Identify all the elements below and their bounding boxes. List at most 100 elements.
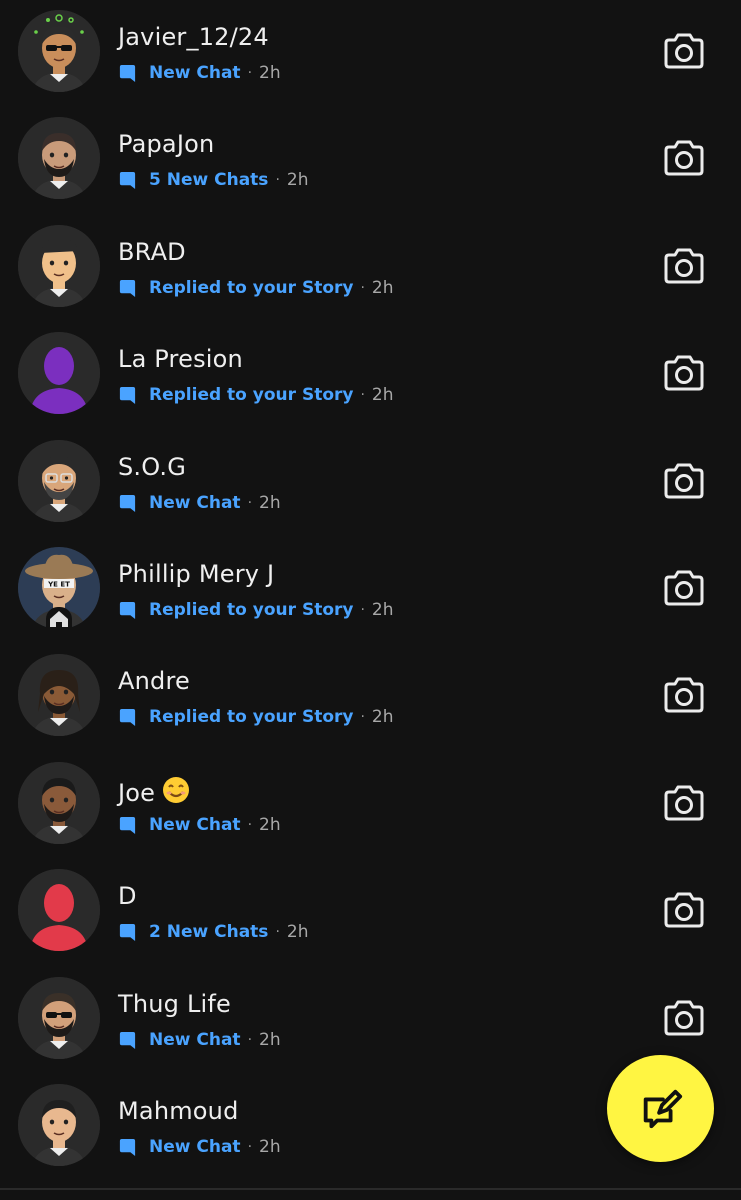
chat-time: 2h [259,63,281,83]
chat-row[interactable]: La Presion Replied to your Story · 2h [0,322,741,429]
camera-icon[interactable] [662,569,706,607]
chat-bubble-icon [118,1138,137,1157]
chat-meta: New Chat · 2h [118,1136,281,1158]
chat-meta: Replied to your Story · 2h [118,706,394,728]
separator-dot: · [360,280,365,296]
camera-icon[interactable] [662,354,706,392]
chat-name-text: BRAD [118,238,186,266]
chat-row[interactable]: YE ET Phillip Mery J Replied to your Story… [0,537,741,644]
avatar[interactable] [18,977,100,1059]
chat-status: Replied to your Story [149,385,354,405]
chat-time: 2h [371,600,394,620]
chat-status: New Chat [149,63,241,83]
chat-bubble-icon [118,1031,137,1050]
chat-meta: New Chat · 2h [118,814,281,836]
avatar[interactable] [18,10,100,92]
separator-dot: · [247,65,253,81]
chat-time: 2h [259,1137,281,1157]
avatar[interactable] [18,1084,100,1166]
chat-name: PapaJon [118,130,214,158]
chat-meta: Replied to your Story · 2h [118,384,394,406]
camera-icon[interactable] [662,139,706,177]
separator-dot: · [360,709,365,725]
chat-meta: 5 New Chats · 2h [118,169,308,191]
chat-meta: Replied to your Story · 2h [118,599,394,621]
avatar[interactable] [18,440,100,522]
chat-row[interactable]: Javier_12/24 New Chat · 2h [0,0,741,107]
chat-time: 2h [259,815,281,835]
chat-bubble-icon [118,923,137,942]
chat-bubble-icon [118,171,137,190]
chat-name-text: Andre [118,667,190,695]
chat-name: Javier_12/24 [118,23,269,51]
home-icon [46,607,72,629]
chat-row[interactable]: D 2 New Chats · 2h [0,859,741,966]
avatar[interactable] [18,654,100,736]
chat-time: 2h [371,278,394,298]
chat-status: New Chat [149,493,241,513]
separator-dot: · [247,817,253,833]
chat-bubble-icon [118,279,137,298]
chat-bubble-icon [118,816,137,835]
avatar[interactable] [18,332,100,414]
camera-icon[interactable] [662,784,706,822]
chat-name: Phillip Mery J [118,560,274,588]
chat-status: Replied to your Story [149,278,354,298]
camera-icon[interactable] [662,999,706,1037]
chat-name: Joe [118,775,191,807]
chat-meta: New Chat · 2h [118,62,281,84]
separator-dot: · [247,1139,253,1155]
chat-bubble-icon [118,64,137,83]
new-chat-icon [643,1089,682,1128]
bottom-divider [0,1188,741,1190]
chat-bubble-icon [118,494,137,513]
smiling-face-emoji-icon [161,775,191,805]
chat-row[interactable]: PapaJon 5 New Chats · 2h [0,107,741,214]
chat-name: S.O.G [118,453,186,481]
avatar[interactable] [18,225,100,307]
chat-row[interactable]: Joe New Chat · 2h [0,752,741,859]
camera-icon[interactable] [662,676,706,714]
chat-status: New Chat [149,1137,241,1157]
svg-text:YE ET: YE ET [47,581,70,589]
new-chat-button[interactable] [607,1055,714,1162]
chat-time: 2h [286,922,309,942]
chat-row[interactable]: Andre Replied to your Story · 2h [0,644,741,751]
chat-row[interactable]: BRAD Replied to your Story · 2h [0,215,741,322]
chat-time: 2h [371,707,394,727]
chat-name-text: Mahmoud [118,1097,239,1125]
chat-name: Mahmoud [118,1097,239,1125]
separator-dot: · [275,924,280,940]
chat-name: Andre [118,667,190,695]
chat-meta: New Chat · 2h [118,492,281,514]
separator-dot: · [247,495,253,511]
chat-name-text: La Presion [118,345,243,373]
chat-name-text: Javier_12/24 [118,23,269,51]
chat-name-text: Joe [118,779,156,807]
chat-row[interactable]: Thug Life New Chat · 2h [0,967,741,1074]
chat-meta: New Chat · 2h [118,1029,281,1051]
avatar[interactable] [18,869,100,951]
camera-icon[interactable] [662,462,706,500]
camera-icon[interactable] [662,32,706,70]
chat-name-text: Phillip Mery J [118,560,275,588]
camera-icon[interactable] [662,247,706,285]
chat-name-text: Thug Life [118,990,231,1018]
separator-dot: · [275,172,280,188]
avatar[interactable] [18,762,100,844]
chat-name-text: S.O.G [118,453,187,481]
chat-status: New Chat [149,815,241,835]
separator-dot: · [247,1032,253,1048]
chat-status: 2 New Chats [149,922,269,942]
chat-bubble-icon [118,386,137,405]
camera-icon[interactable] [662,891,706,929]
chat-name: La Presion [118,345,243,373]
chat-name: Thug Life [118,990,231,1018]
chat-status: Replied to your Story [149,707,354,727]
chat-row[interactable]: S.O.G New Chat · 2h [0,430,741,537]
avatar[interactable] [18,117,100,199]
chat-time: 2h [259,1030,281,1050]
chat-name-text: D [118,882,137,910]
chat-status: 5 New Chats [149,170,269,190]
chat-name: BRAD [118,238,186,266]
